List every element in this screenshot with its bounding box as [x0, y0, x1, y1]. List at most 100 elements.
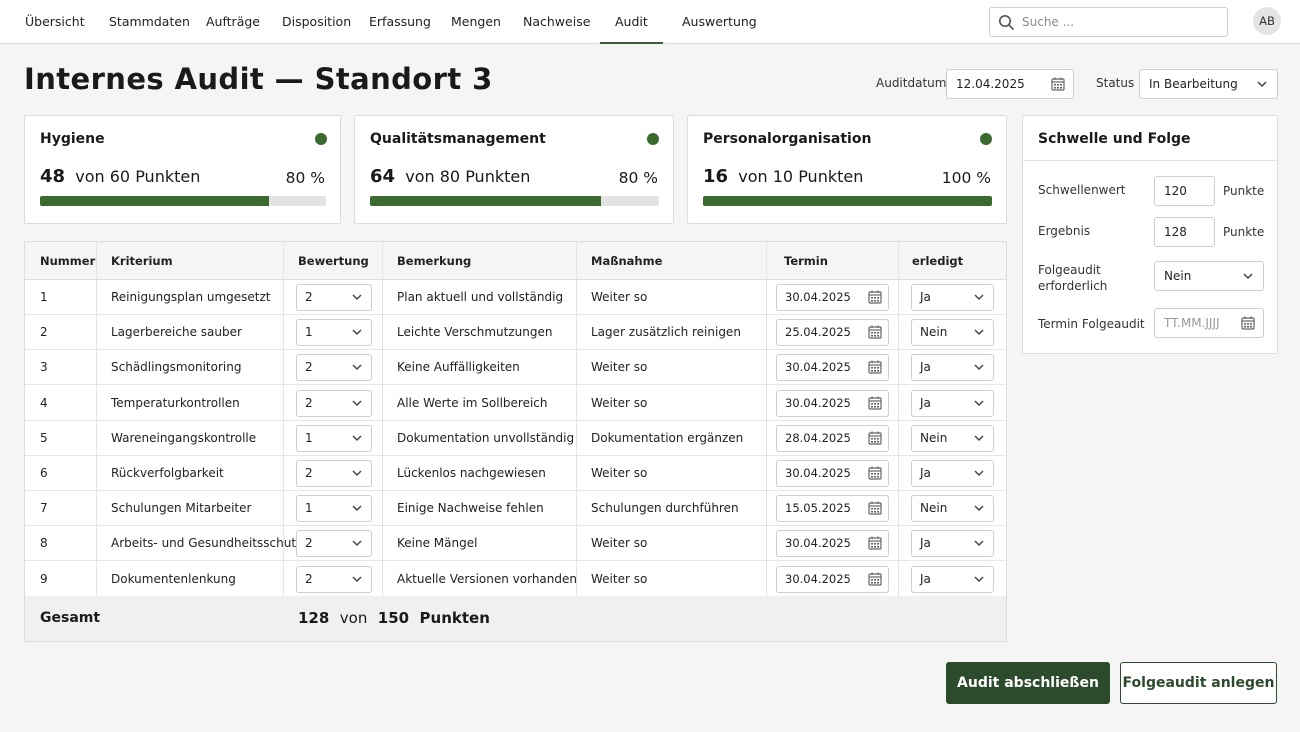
table-row: 8 Arbeits- und Gesundheitsschutz 2 Keine Mä…: [25, 526, 1006, 562]
result-label: Ergebnis: [1038, 224, 1091, 238]
due-date-field[interactable]: 30.04.2025: [776, 284, 889, 311]
chevron-down-icon: [352, 329, 362, 336]
calendar-icon[interactable]: [1241, 316, 1255, 330]
chevron-down-icon: [352, 505, 362, 512]
search-input[interactable]: [1022, 12, 1222, 32]
tab-nachweise[interactable]: Nachweise: [523, 0, 590, 44]
cell-massnahme: Weiter so: [591, 360, 648, 375]
header-erledigt: erledigt: [912, 254, 964, 268]
done-select[interactable]: Nein: [911, 495, 994, 523]
done-select[interactable]: Ja: [911, 354, 994, 382]
progress-bar: [703, 196, 992, 206]
due-date-field[interactable]: 25.04.2025: [776, 319, 889, 347]
cell-nummer: 4: [40, 395, 48, 410]
rating-select[interactable]: 2: [296, 354, 372, 382]
threshold-panel: Schwelle und Folge Schwellenwert 120 Pun…: [1022, 115, 1278, 354]
chevron-down-icon: [1243, 273, 1253, 280]
rating-select[interactable]: 1: [296, 424, 372, 452]
table-row: 9 Dokumentenlenkung 2 Aktuelle Versionen vo…: [25, 562, 1006, 597]
tab-uebersicht[interactable]: Übersicht: [25, 0, 85, 44]
cell-bemerkung: Einige Nachweise fehlen: [397, 501, 544, 516]
rating-select[interactable]: 2: [296, 460, 372, 487]
due-date-field[interactable]: 15.05.2025: [776, 495, 889, 523]
tab-erfassung[interactable]: Erfassung: [369, 0, 431, 44]
done-select[interactable]: Nein: [911, 319, 994, 347]
search-box[interactable]: [989, 7, 1228, 37]
tab-auswertung[interactable]: Auswertung: [682, 0, 757, 44]
progress-fill: [40, 196, 269, 206]
cell-massnahme: Dokumentation ergänzen: [591, 430, 744, 445]
cell-bemerkung: Keine Auffälligkeiten: [397, 360, 520, 375]
cell-nummer: 1: [40, 290, 48, 304]
due-date-field[interactable]: 30.04.2025: [776, 354, 889, 382]
cell-nummer: 6: [40, 466, 48, 480]
due-date-field[interactable]: 30.04.2025: [776, 389, 889, 417]
cell-kriterium: Schädlingsmonitoring: [111, 360, 242, 375]
followup-required-select[interactable]: Nein: [1154, 261, 1264, 291]
chevron-down-icon: [352, 576, 362, 582]
calendar-icon[interactable]: [868, 501, 882, 515]
chevron-down-icon: [352, 540, 362, 547]
tab-audit[interactable]: Audit: [600, 0, 663, 44]
tab-auftraege[interactable]: Aufträge: [206, 0, 260, 44]
calendar-icon[interactable]: [868, 396, 882, 410]
calendar-icon[interactable]: [1051, 77, 1065, 91]
table-row: 6 Rückverfolgbarkeit 2 Lückenlos nachgewies…: [25, 456, 1006, 491]
user-avatar[interactable]: AB: [1253, 7, 1281, 35]
calendar-icon[interactable]: [868, 290, 882, 304]
done-select[interactable]: Ja: [911, 565, 994, 593]
due-date-field[interactable]: 30.04.2025: [776, 530, 889, 558]
column-divider: [576, 242, 577, 596]
calendar-icon[interactable]: [868, 431, 882, 445]
card-title: Personalorganisation: [703, 131, 872, 147]
calendar-icon[interactable]: [868, 572, 882, 586]
done-select[interactable]: Ja: [911, 460, 994, 487]
done-select[interactable]: Ja: [911, 389, 994, 417]
panel-title: Schwelle und Folge: [1038, 131, 1191, 147]
top-navigation: Übersicht Stammdaten Aufträge Dispositio…: [0, 0, 1300, 44]
status-select[interactable]: In Bearbeitung: [1139, 69, 1278, 99]
score-card-qualitaetsmanagement: Qualitätsmanagement 64 von 80 Punkten 80…: [354, 115, 674, 224]
rating-select[interactable]: 1: [296, 495, 372, 523]
done-select[interactable]: Ja: [911, 284, 994, 311]
cell-bemerkung: Lückenlos nachgewiesen: [397, 466, 546, 480]
chevron-down-icon: [352, 470, 362, 477]
chevron-down-icon: [974, 435, 984, 441]
rating-select[interactable]: 2: [296, 530, 372, 558]
rating-select[interactable]: 1: [296, 319, 372, 347]
calendar-icon[interactable]: [868, 536, 882, 550]
cell-nummer: 2: [40, 325, 48, 340]
total-label: Gesamt: [40, 610, 101, 626]
rating-select[interactable]: 2: [296, 565, 372, 593]
due-date-field[interactable]: 30.04.2025: [776, 565, 889, 593]
result-field[interactable]: 128: [1154, 217, 1215, 247]
chevron-down-icon: [974, 470, 984, 477]
cell-massnahme: Weiter so: [591, 571, 648, 586]
done-select[interactable]: Nein: [911, 424, 994, 452]
cell-nummer: 8: [40, 536, 48, 551]
header-kriterium: Kriterium: [111, 254, 173, 268]
finish-audit-button[interactable]: Audit abschließen: [946, 662, 1110, 704]
progress-fill: [703, 196, 992, 206]
due-date-field[interactable]: 30.04.2025: [776, 460, 889, 487]
chevron-down-icon: [1257, 81, 1267, 88]
table-row: 2 Lagerbereiche sauber 1 Leichte Verschmutz…: [25, 315, 1006, 351]
cell-bemerkung: Aktuelle Versionen vorhanden: [397, 571, 577, 586]
done-select[interactable]: Ja: [911, 530, 994, 558]
tab-stammdaten[interactable]: Stammdaten: [109, 0, 190, 44]
create-followup-button[interactable]: Folgeaudit anlegen: [1120, 662, 1277, 704]
calendar-icon[interactable]: [868, 360, 882, 374]
tab-disposition[interactable]: Disposition: [282, 0, 351, 44]
rating-select[interactable]: 2: [296, 389, 372, 417]
cell-nummer: 9: [40, 571, 48, 586]
cell-bemerkung: Plan aktuell und vollständig: [397, 290, 564, 304]
rating-select[interactable]: 2: [296, 284, 372, 311]
calendar-icon[interactable]: [868, 466, 882, 480]
due-date-field[interactable]: 28.04.2025: [776, 424, 889, 452]
tab-mengen[interactable]: Mengen: [451, 0, 501, 44]
followup-date-field[interactable]: TT.MM.JJJJ: [1154, 308, 1264, 338]
auditdate-field[interactable]: 12.04.2025: [946, 69, 1074, 99]
threshold-input[interactable]: 120: [1154, 176, 1215, 206]
column-divider: [283, 242, 284, 596]
calendar-icon[interactable]: [868, 325, 882, 339]
